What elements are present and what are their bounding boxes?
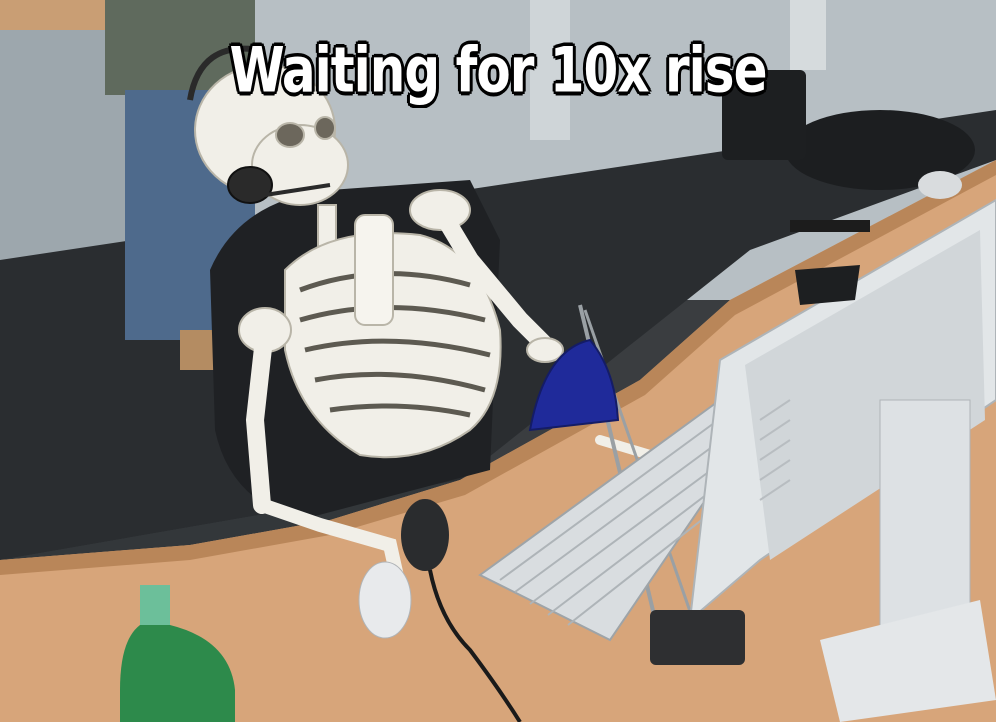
headset-earpiece <box>227 166 273 204</box>
desk-phone <box>650 610 745 665</box>
back-keyboard <box>795 265 860 305</box>
back-cable <box>790 220 870 232</box>
eye-socket-right <box>314 116 336 140</box>
mouse-black <box>401 499 449 571</box>
back-desk-edge <box>0 0 110 30</box>
meme-scene: Waiting for 10x rise <box>0 0 996 722</box>
meme-caption: Waiting for 10x rise <box>229 34 768 107</box>
eye-socket <box>275 122 305 148</box>
bottle-cap <box>140 585 170 625</box>
right-hand <box>526 337 564 363</box>
sternum <box>354 214 394 326</box>
office-photo <box>0 0 996 722</box>
left-arm <box>245 321 274 514</box>
mouse-white <box>358 561 412 639</box>
back-mouse <box>918 171 962 199</box>
